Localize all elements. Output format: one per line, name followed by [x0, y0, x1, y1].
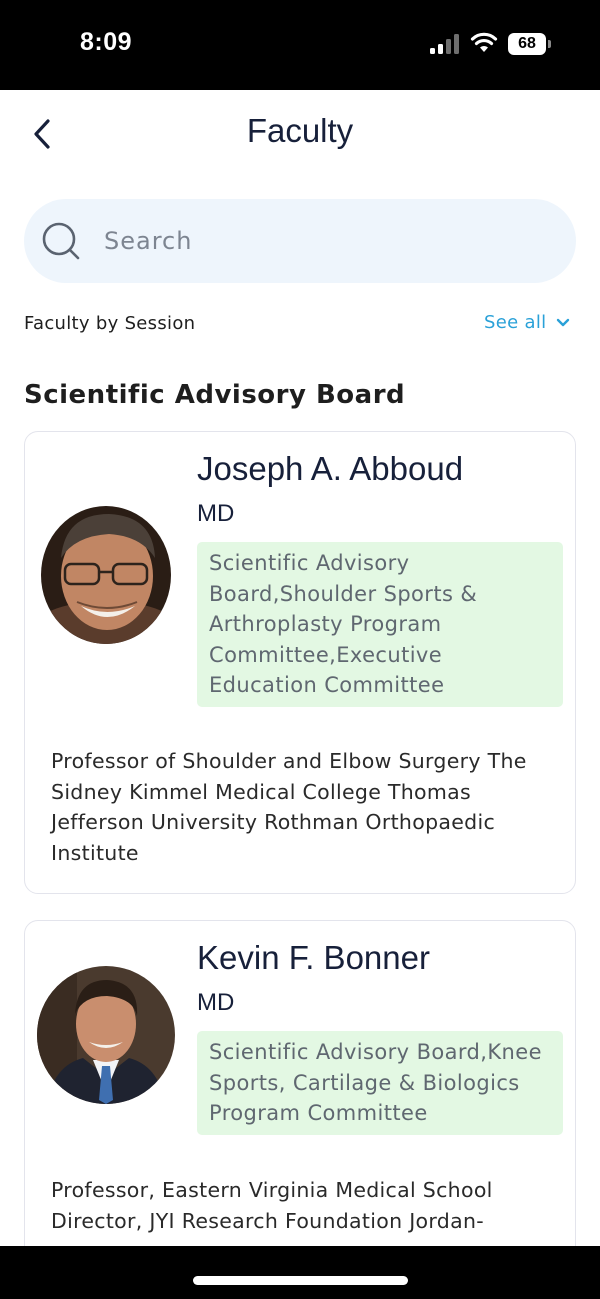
app-screen: Faculty Faculty by Session See all Scien… — [0, 90, 600, 1246]
search-bar[interactable] — [24, 199, 576, 283]
faculty-by-session-label: Faculty by Session — [24, 313, 196, 334]
avatar — [37, 966, 175, 1104]
chevron-down-icon — [557, 318, 570, 326]
status-time: 8:09 — [80, 28, 133, 56]
faculty-degree: MD — [197, 989, 235, 1016]
status-bar: 8:09 68 — [0, 0, 600, 90]
battery-icon: 68 — [508, 33, 546, 55]
avatar — [41, 506, 171, 644]
see-all-label: See all — [484, 312, 547, 333]
home-indicator-area — [0, 1246, 600, 1299]
session-heading: Scientific Advisory Board — [24, 380, 406, 410]
faculty-name: Joseph A. Abboud — [197, 450, 464, 487]
page-title: Faculty — [246, 112, 354, 149]
faculty-affiliation: Professor of Shoulder and Elbow Surgery … — [51, 749, 527, 865]
faculty-card[interactable]: Joseph A. Abboud MD Scientific Advisory … — [24, 431, 576, 894]
cellular-signal-icon — [430, 34, 462, 54]
search-input[interactable] — [104, 219, 544, 263]
battery-tip — [548, 40, 551, 48]
search-icon — [42, 222, 80, 260]
faculty-card[interactable]: Kevin F. Bonner MD Scientific Advisory B… — [24, 920, 576, 1246]
faculty-name: Kevin F. Bonner — [197, 939, 430, 976]
committee-tags: Scientific Advisory Board,Knee Sports, C… — [197, 1031, 563, 1135]
committee-tags: Scientific Advisory Board,Shoulder Sport… — [197, 542, 563, 707]
home-indicator[interactable] — [193, 1276, 408, 1285]
faculty-degree: MD — [197, 500, 235, 527]
wifi-icon — [470, 32, 498, 52]
see-all-button[interactable]: See all — [484, 312, 570, 333]
faculty-affiliation: Professor, Eastern Virginia Medical Scho… — [51, 1178, 493, 1233]
